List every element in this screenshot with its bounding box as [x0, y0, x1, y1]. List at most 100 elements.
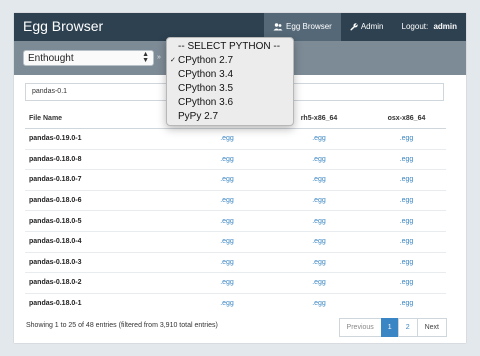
egg-download-link[interactable]: .egg [220, 218, 234, 225]
egg-download-link[interactable]: .egg [400, 135, 414, 142]
python-option[interactable]: PyPy 2.7 [167, 110, 293, 124]
egg-cell: .egg [179, 251, 271, 273]
egg-cell: .egg [271, 292, 363, 314]
python-option-label: CPython 3.6 [178, 97, 234, 108]
egg-download-link[interactable]: .egg [400, 156, 414, 163]
checkmark-icon: ✓ [170, 57, 176, 64]
logout-username: admin [433, 22, 457, 31]
egg-download-link[interactable]: .egg [312, 135, 326, 142]
egg-download-link[interactable]: .egg [312, 176, 326, 183]
python-option-label: CPython 3.5 [178, 83, 234, 94]
pagination-page-2[interactable]: 2 [397, 318, 418, 337]
file-name-cell: pandas-0.18.0-8 [25, 148, 179, 170]
egg-download-link[interactable]: .egg [220, 176, 234, 183]
egg-download-link[interactable]: .egg [312, 156, 326, 163]
nav-egg-browser-label: Egg Browser [286, 22, 332, 31]
python-option-label: CPython 3.4 [178, 69, 234, 80]
logout-link[interactable]: Logout: admin [393, 13, 466, 41]
egg-cell: .egg [179, 128, 271, 150]
table-row: pandas-0.18.0-3 .egg .egg .egg [25, 251, 446, 273]
egg-cell: .egg [179, 169, 271, 191]
breadcrumb-separator: » [157, 54, 161, 61]
egg-download-link[interactable]: .egg [312, 279, 326, 286]
pagination: Previous 1 2 Next [338, 318, 447, 337]
nav-admin-label: Admin [360, 22, 384, 31]
egg-download-link[interactable]: .egg [220, 300, 234, 307]
egg-download-link[interactable]: .egg [220, 238, 234, 245]
egg-download-link[interactable]: .egg [220, 279, 234, 286]
file-name-cell: pandas-0.18.0-1 [25, 292, 179, 314]
egg-cell: .egg [363, 251, 446, 273]
table-row: pandas-0.18.0-8 .egg .egg .egg [25, 148, 446, 170]
table-row: pandas-0.18.0-1 .egg .egg .egg [25, 292, 446, 314]
brand-title[interactable]: Egg Browser [23, 18, 103, 34]
pagination-previous[interactable]: Previous [338, 318, 382, 337]
egg-download-link[interactable]: .egg [220, 259, 234, 266]
file-name-cell: pandas-0.18.0-4 [25, 230, 179, 253]
table-row: pandas-0.18.0-6 .egg .egg .egg [25, 189, 446, 211]
python-option-label: PyPy 2.7 [178, 111, 219, 122]
eggs-table: File Name rh5-x86_64 osx-x86_64 pandas-0… [25, 109, 446, 314]
python-option[interactable]: CPython 3.5 [167, 82, 293, 96]
select-arrows-icon: ▲ ▼ [142, 51, 149, 64]
python-option[interactable]: CPython 3.4 [167, 68, 293, 82]
egg-download-link[interactable]: .egg [312, 238, 326, 245]
egg-download-link[interactable]: .egg [312, 197, 326, 204]
egg-download-link[interactable]: .egg [400, 197, 414, 204]
egg-cell: .egg [363, 189, 446, 211]
egg-download-link[interactable]: .egg [220, 135, 234, 142]
file-name-cell: pandas-0.18.0-5 [25, 210, 179, 232]
egg-cell: .egg [363, 128, 446, 150]
organization-value: Enthought [28, 53, 74, 64]
egg-download-link[interactable]: .egg [312, 218, 326, 225]
table-row: pandas-0.18.0-2 .egg .egg .egg [25, 272, 446, 294]
column-header-osx[interactable]: osx-x86_64 [363, 109, 446, 129]
egg-download-link[interactable]: .egg [220, 197, 234, 204]
nav-menu: Egg Browser Admin Logout: admin [264, 13, 466, 41]
table-row: pandas-0.19.0-1 .egg .egg .egg [25, 128, 446, 150]
egg-download-link[interactable]: .egg [400, 259, 414, 266]
egg-cell: .egg [363, 148, 446, 170]
egg-cell: .egg [363, 230, 446, 253]
egg-download-link[interactable]: .egg [400, 279, 414, 286]
python-option-label: CPython 2.7 [178, 55, 234, 66]
python-option[interactable]: ✓ CPython 2.7 [167, 54, 293, 68]
egg-download-link[interactable]: .egg [220, 156, 234, 163]
python-select-dropdown: -- SELECT PYTHON -- ✓ CPython 2.7 CPytho… [166, 37, 294, 126]
egg-cell: .egg [271, 148, 363, 170]
egg-cell: .egg [271, 210, 363, 232]
column-header-file-name[interactable]: File Name [25, 109, 179, 129]
egg-cell: .egg [363, 272, 446, 294]
egg-cell: .egg [363, 210, 446, 232]
organization-select[interactable]: Enthought ▲ ▼ [23, 50, 154, 66]
egg-download-link[interactable]: .egg [400, 218, 414, 225]
egg-download-link[interactable]: .egg [312, 259, 326, 266]
pagination-next[interactable]: Next [416, 318, 447, 337]
egg-download-link[interactable]: .egg [312, 300, 326, 307]
pagination-page-1[interactable]: 1 [380, 318, 399, 337]
egg-cell: .egg [271, 169, 363, 191]
wrench-icon [350, 23, 358, 31]
egg-download-link[interactable]: .egg [400, 176, 414, 183]
egg-cell: .egg [179, 210, 271, 232]
python-select-header[interactable]: -- SELECT PYTHON -- [167, 40, 293, 54]
egg-cell: .egg [179, 189, 271, 211]
table-row: pandas-0.18.0-5 .egg .egg .egg [25, 210, 446, 232]
egg-download-link[interactable]: .egg [400, 238, 414, 245]
nav-admin[interactable]: Admin [341, 13, 393, 41]
file-name-cell: pandas-0.18.0-3 [25, 251, 179, 273]
egg-cell: .egg [271, 251, 363, 273]
table-row: pandas-0.18.0-7 .egg .egg .egg [25, 169, 446, 191]
egg-cell: .egg [179, 272, 271, 294]
egg-cell: .egg [363, 292, 446, 314]
users-icon [273, 23, 283, 31]
egg-download-link[interactable]: .egg [400, 300, 414, 307]
python-option[interactable]: CPython 3.6 [167, 96, 293, 110]
logout-label: Logout: [401, 22, 431, 31]
egg-cell: .egg [179, 230, 271, 253]
egg-cell: .egg [179, 292, 271, 314]
file-name-cell: pandas-0.18.0-7 [25, 169, 179, 191]
file-name-cell: pandas-0.18.0-2 [25, 272, 179, 294]
table-body: pandas-0.19.0-1 .egg .egg .egg pandas-0.18.0… [25, 128, 446, 314]
egg-cell: .egg [271, 272, 363, 294]
